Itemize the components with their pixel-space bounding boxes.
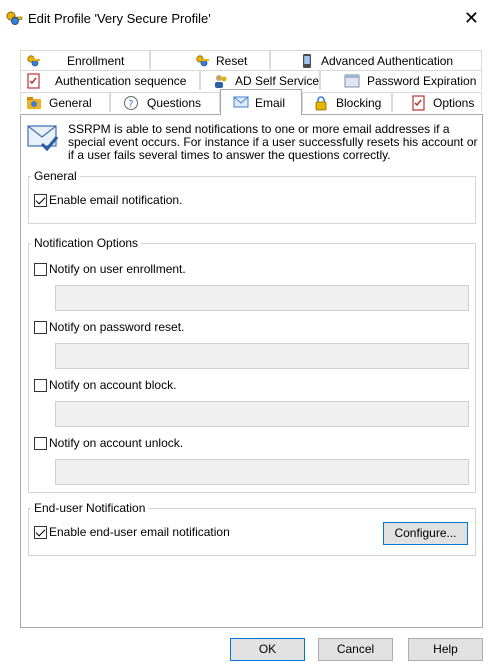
user-enrollment-email-field (55, 285, 469, 311)
phone-icon (303, 54, 311, 68)
tab-questions[interactable]: ? Questions (110, 92, 220, 112)
notify-user-enrollment-checkbox[interactable]: Notify on user enrollment. (34, 262, 186, 278)
tab-email[interactable]: Email (220, 89, 302, 115)
tab-reset[interactable]: Reset (150, 50, 270, 70)
keys-icon (6, 11, 23, 25)
notify-account-unlock-checkbox[interactable]: Notify on account unlock. (34, 436, 183, 452)
tab-label: Blocking (336, 96, 382, 110)
checkbox-label: Notify on account unlock. (49, 436, 184, 450)
lock-icon (315, 96, 327, 111)
keys-icon (196, 55, 209, 67)
checkbox-label: Enable end-user email notification (49, 525, 230, 539)
help-button[interactable]: Help (408, 638, 483, 661)
checkbox-box[interactable] (34, 379, 47, 392)
tab-label: General (49, 96, 92, 110)
account-block-email-field (55, 401, 469, 427)
tab-label: Options (433, 96, 475, 110)
keys-icon (27, 55, 40, 67)
ok-button[interactable]: OK (230, 638, 305, 661)
checkbox-box[interactable] (34, 437, 47, 450)
window-title: Edit Profile 'Very Secure Profile' (28, 11, 211, 26)
checkbox-box[interactable] (34, 321, 47, 334)
enable-email-notification-checkbox[interactable]: Enable email notification. (34, 193, 182, 209)
notify-password-reset-checkbox[interactable]: Notify on password reset. (34, 320, 184, 336)
group-title-end-user-notification: End-user Notification (31, 501, 149, 515)
checklist-icon (27, 73, 40, 89)
group-title-notification-options: Notification Options (31, 236, 142, 250)
cancel-button[interactable]: Cancel (318, 638, 393, 661)
svg-text:?: ? (128, 99, 133, 110)
checkbox-label: Enable email notification. (49, 193, 183, 207)
title-bar: Edit Profile 'Very Secure Profile' ✕ (0, 0, 491, 40)
close-icon[interactable]: ✕ (464, 8, 479, 28)
intro-description: SSRPM is able to send notifications to o… (68, 122, 478, 162)
tab-general[interactable]: General (20, 92, 110, 112)
checkbox-label: Notify on password reset. (49, 320, 185, 334)
tab-password-expiration[interactable]: Password Expiration (320, 70, 482, 90)
tab-label: Authentication sequence (55, 74, 187, 88)
tab-label: Email (255, 96, 286, 110)
password-reset-email-field (55, 343, 469, 369)
email-icon (233, 96, 249, 108)
group-title-general: General (31, 169, 80, 183)
tab-label: Password Expiration (367, 74, 477, 88)
checkbox-box[interactable] (34, 263, 47, 276)
tab-advanced-authentication[interactable]: Advanced Authentication (270, 50, 482, 70)
tab-blocking[interactable]: Blocking (302, 92, 392, 112)
tab-authentication-sequence[interactable]: Authentication sequence (20, 70, 200, 90)
users-icon (215, 75, 227, 88)
tab-label: Questions (147, 96, 202, 110)
tab-enrollment[interactable]: Enrollment (20, 50, 150, 70)
account-unlock-email-field (55, 459, 469, 485)
tab-label: Reset (216, 54, 248, 68)
calendar-icon (344, 74, 360, 88)
checkbox-label: Notify on account block. (49, 378, 177, 392)
tab-ad-self-service[interactable]: AD Self Service (200, 70, 320, 90)
checklist-icon (412, 95, 425, 111)
configure-button[interactable]: Configure... (383, 522, 468, 545)
email-check-icon (27, 125, 59, 152)
enable-end-user-notification-checkbox[interactable]: Enable end-user email notification (34, 525, 230, 541)
folder-icon (27, 97, 41, 109)
tab-label: Advanced Authentication (321, 54, 454, 68)
tab-options[interactable]: Options (392, 92, 482, 112)
checkbox-box[interactable] (34, 194, 47, 207)
notify-account-block-checkbox[interactable]: Notify on account block. (34, 378, 176, 394)
checkbox-label: Notify on user enrollment. (49, 262, 186, 276)
tab-label: AD Self Service (235, 74, 320, 88)
question-icon: ? (124, 96, 138, 110)
checkbox-box[interactable] (34, 526, 47, 539)
tab-label: Enrollment (67, 54, 125, 68)
